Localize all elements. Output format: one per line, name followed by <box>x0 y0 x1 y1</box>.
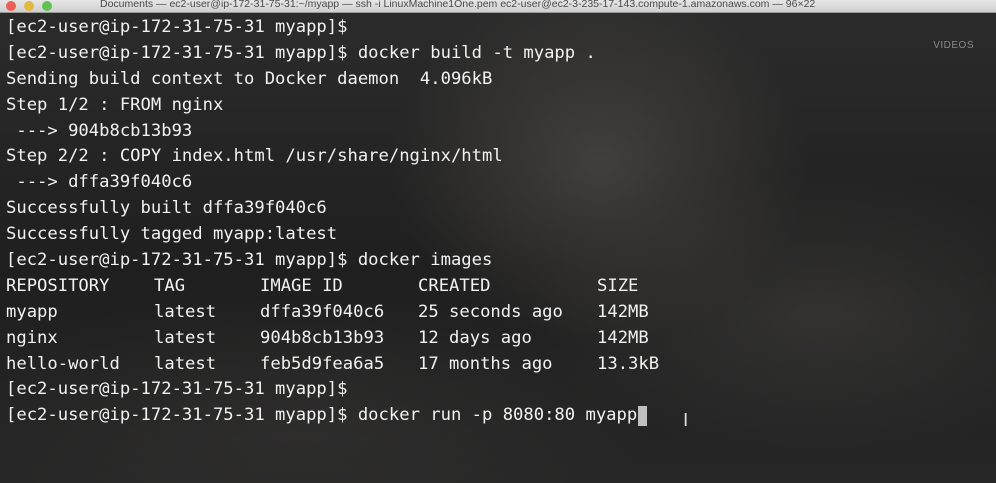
shell-prompt: [ec2-user@ip-172-31-75-31 myapp]$ <box>6 405 358 426</box>
minimize-icon[interactable] <box>24 1 34 11</box>
window-controls <box>6 1 52 11</box>
size-cell: 142MB <box>597 301 649 322</box>
images-table-header: REPOSITORY TAG IMAGE ID CREATED SIZE <box>6 274 986 300</box>
terminal-line: Step 1/2 : FROM nginx <box>6 94 224 115</box>
table-row: myapp latest dffa39f040c6 25 seconds ago… <box>6 300 986 326</box>
col-tag-header: TAG <box>154 275 186 296</box>
window-title: Documents — ec2-user@ip-172-31-75-31:~/m… <box>100 0 816 10</box>
repository-cell: hello-world <box>6 353 120 374</box>
terminal-line: ---> dffa39f040c6 <box>6 172 193 193</box>
image-id-cell: dffa39f040c6 <box>260 301 385 322</box>
tag-cell: latest <box>154 327 217 348</box>
close-icon[interactable] <box>6 1 16 11</box>
size-cell: 142MB <box>597 327 649 348</box>
terminal-line: Successfully tagged myapp:latest <box>6 224 338 245</box>
created-cell: 17 months ago <box>418 353 553 374</box>
size-cell: 13.3kB <box>597 353 660 374</box>
terminal-line: Sending build context to Docker daemon 4… <box>6 68 493 89</box>
terminal-line: ---> 904b8cb13b93 <box>6 120 193 141</box>
image-id-cell: feb5d9fea6a5 <box>260 353 385 374</box>
terminal-line: Step 2/2 : COPY index.html /usr/share/ng… <box>6 146 503 167</box>
command-input[interactable]: docker run -p 8080:80 myapp <box>358 403 637 429</box>
table-row: hello-world latest feb5d9fea6a5 17 month… <box>6 352 986 378</box>
created-cell: 12 days ago <box>418 327 532 348</box>
col-size-header: SIZE <box>597 275 639 296</box>
tag-cell: latest <box>154 353 217 374</box>
terminal-output[interactable]: [ec2-user@ip-172-31-75-31 myapp]$ [ec2-u… <box>6 15 986 429</box>
image-id-cell: 904b8cb13b93 <box>260 327 385 348</box>
repository-cell: nginx <box>6 327 58 348</box>
terminal-line: [ec2-user@ip-172-31-75-31 myapp]$ docker… <box>6 42 596 63</box>
repository-cell: myapp <box>6 301 58 322</box>
col-image-id-header: IMAGE ID <box>260 275 343 296</box>
tag-cell: latest <box>154 301 217 322</box>
col-repository-header: REPOSITORY <box>6 275 110 296</box>
terminal-line: Successfully built dffa39f040c6 <box>6 198 327 219</box>
terminal-input-line[interactable]: [ec2-user@ip-172-31-75-31 myapp]$ docker… <box>6 403 986 429</box>
block-cursor <box>638 406 648 427</box>
col-created-header: CREATED <box>418 275 491 296</box>
zoom-icon[interactable] <box>42 1 52 11</box>
terminal-line: [ec2-user@ip-172-31-75-31 myapp]$ <box>6 379 348 400</box>
table-row: nginx latest 904b8cb13b93 12 days ago 14… <box>6 326 986 352</box>
i-beam-cursor-icon: I <box>683 410 689 431</box>
created-cell: 25 seconds ago <box>418 301 563 322</box>
terminal-line: [ec2-user@ip-172-31-75-31 myapp]$ <box>6 17 348 37</box>
window-titlebar: Documents — ec2-user@ip-172-31-75-31:~/m… <box>0 0 996 13</box>
terminal-line: [ec2-user@ip-172-31-75-31 myapp]$ docker… <box>6 250 493 271</box>
